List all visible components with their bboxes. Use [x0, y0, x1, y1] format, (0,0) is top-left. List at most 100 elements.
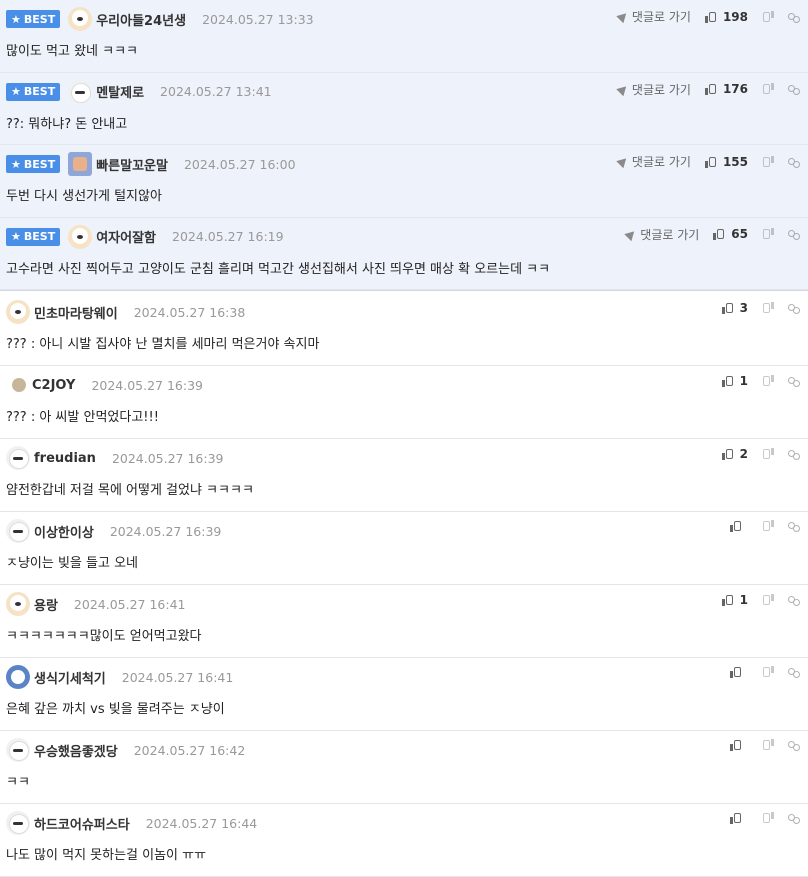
thumbs-up-icon: [704, 156, 717, 168]
comment: 하드코어슈퍼스타 2024.05.27 16:44 나도 많이 먹지 못하는걸 …: [0, 804, 808, 877]
comment-date: 2024.05.27 16:38: [133, 304, 246, 320]
thumbs-down-icon[interactable]: [762, 739, 774, 751]
blue-avatar-icon[interactable]: [6, 665, 30, 689]
thumbs-down-icon[interactable]: [762, 302, 774, 314]
upvote-button[interactable]: [730, 520, 748, 532]
upvote-button[interactable]: 2: [721, 447, 748, 461]
best-comment: ★ BEST 멘탈제로 2024.05.27 13:41 ??: 뭐하냐? 돈 안…: [0, 72, 808, 145]
thumbs-down-icon[interactable]: [762, 520, 774, 532]
comment-header: ★ BEST 멘탈제로 2024.05.27 13:41: [6, 79, 272, 104]
thumbs-down-icon[interactable]: [762, 11, 774, 23]
link-icon[interactable]: [788, 522, 800, 532]
link-icon[interactable]: [788, 814, 800, 824]
best-badge: ★ BEST: [6, 227, 61, 246]
comment-date: 2024.05.27 16:19: [172, 229, 284, 244]
comment-date: 2024.05.27 13:41: [160, 84, 272, 99]
dog-icon[interactable]: [6, 592, 30, 616]
comment-text: 나도 많이 먹지 못하는걸 이놈이 ㅠㅠ: [6, 848, 207, 863]
upvote-button[interactable]: 3: [721, 301, 748, 315]
upvote-button[interactable]: 198: [704, 10, 748, 24]
comment-text: ??? : 아 씨발 안먹었다고!!!: [6, 410, 159, 425]
puppy-icon[interactable]: [6, 738, 30, 762]
nickname[interactable]: 민초마라탕웨이: [34, 303, 118, 322]
thumbs-down-icon[interactable]: [762, 448, 774, 460]
link-icon[interactable]: [788, 377, 800, 387]
comment-header: freudian 2024.05.27 16:39: [6, 446, 224, 470]
nickname[interactable]: 생식기세척기: [34, 668, 106, 687]
nickname[interactable]: 여자어잘함: [96, 227, 156, 246]
puppy-icon[interactable]: [68, 79, 93, 104]
comment-date: 2024.05.27 16:00: [183, 156, 296, 172]
thumbs-up-icon: [730, 520, 742, 532]
nickname[interactable]: 멘탈제로: [96, 82, 144, 101]
upvote-button[interactable]: [730, 812, 748, 824]
thumbs-down-icon[interactable]: [762, 812, 774, 824]
mixed-avatar-icon[interactable]: [68, 152, 93, 176]
comment-date: 2024.05.27 16:41: [121, 669, 234, 685]
comment-actions: 댓글로 가기 65: [624, 226, 800, 243]
upvote-button[interactable]: 1: [721, 593, 748, 607]
thumbs-up-icon: [704, 11, 717, 23]
comment-text: ㅈ냥이는 빚을 들고 오네: [6, 556, 138, 571]
comment-date: 2024.05.27 13:33: [202, 11, 314, 27]
thumbs-down-icon[interactable]: [762, 228, 774, 240]
nickname[interactable]: C2JOY: [32, 378, 75, 393]
thumbs-down-icon[interactable]: [762, 83, 774, 95]
nickname[interactable]: 우리아들24년생: [96, 10, 186, 29]
link-icon[interactable]: [788, 450, 800, 460]
goto-comment-button[interactable]: 댓글로 가기: [616, 81, 691, 98]
avatar-dot-icon[interactable]: [12, 378, 26, 392]
thumbs-up-icon: [721, 375, 734, 387]
puppy-icon[interactable]: [6, 811, 30, 835]
upvote-button[interactable]: 1: [721, 374, 748, 388]
arrow-icon: [616, 154, 630, 169]
upvote-button[interactable]: 176: [704, 82, 748, 96]
comment-text: 은혜 갚은 까치 vs 빚을 물려주는 ㅈ냥이: [6, 702, 225, 717]
comment-header: ★ BEST 우리아들24년생 2024.05.27 13:33: [6, 7, 314, 31]
puppy-icon[interactable]: [6, 446, 30, 470]
upvote-button[interactable]: [730, 739, 748, 751]
arrow-icon: [616, 82, 630, 96]
thumbs-down-icon[interactable]: [762, 375, 774, 387]
thumbs-up-icon: [721, 302, 734, 314]
comment-actions: 댓글로 가기 198: [616, 8, 800, 25]
dog-icon[interactable]: [68, 224, 93, 249]
link-icon[interactable]: [788, 304, 800, 314]
link-icon[interactable]: [788, 12, 800, 23]
link-icon[interactable]: [788, 230, 800, 240]
comment-header: 하드코어슈퍼스타 2024.05.27 16:44: [6, 811, 257, 835]
comment-actions: [730, 812, 800, 824]
link-icon[interactable]: [788, 741, 800, 751]
thumbs-down-icon[interactable]: [762, 156, 774, 168]
link-icon[interactable]: [788, 668, 800, 678]
comment: 생식기세척기 2024.05.27 16:41 은혜 갚은 까치 vs 빚을 물…: [0, 658, 808, 731]
nickname[interactable]: 빠른말꼬운말: [96, 155, 168, 174]
comment-actions: 댓글로 가기 155: [616, 153, 800, 170]
thumbs-down-icon[interactable]: [762, 594, 774, 606]
link-icon[interactable]: [788, 85, 800, 95]
comment-header: 민초마라탕웨이 2024.05.27 16:38: [6, 300, 245, 324]
link-icon[interactable]: [788, 157, 800, 168]
upvote-button[interactable]: 155: [704, 155, 748, 169]
best-badge: ★ BEST: [6, 10, 61, 28]
comment-text: 많이도 먹고 왔네 ㅋㅋㅋ: [6, 44, 138, 59]
nickname[interactable]: freudian: [34, 451, 96, 466]
nickname[interactable]: 하드코어슈퍼스타: [34, 814, 130, 833]
nickname[interactable]: 우승했음좋겠당: [34, 741, 118, 760]
nickname[interactable]: 용랑: [34, 595, 58, 614]
comment-date: 2024.05.27 16:39: [111, 450, 224, 466]
upvote-button[interactable]: [730, 666, 748, 678]
goto-comment-button[interactable]: 댓글로 가기: [616, 8, 691, 25]
goto-comment-button[interactable]: 댓글로 가기: [624, 226, 699, 243]
goto-comment-button[interactable]: 댓글로 가기: [616, 153, 691, 170]
puppy-icon[interactable]: [6, 519, 30, 543]
dog-icon[interactable]: [6, 300, 30, 324]
comment-date: 2024.05.27 16:39: [91, 377, 204, 393]
link-icon[interactable]: [788, 596, 800, 606]
thumbs-down-icon[interactable]: [762, 666, 774, 678]
nickname[interactable]: 이상한이상: [34, 522, 94, 541]
dog-icon[interactable]: [68, 7, 93, 31]
upvote-button[interactable]: 65: [713, 227, 748, 241]
comment-text: 두번 다시 생선가게 털지않아: [6, 189, 162, 204]
comment-actions: [730, 666, 800, 678]
